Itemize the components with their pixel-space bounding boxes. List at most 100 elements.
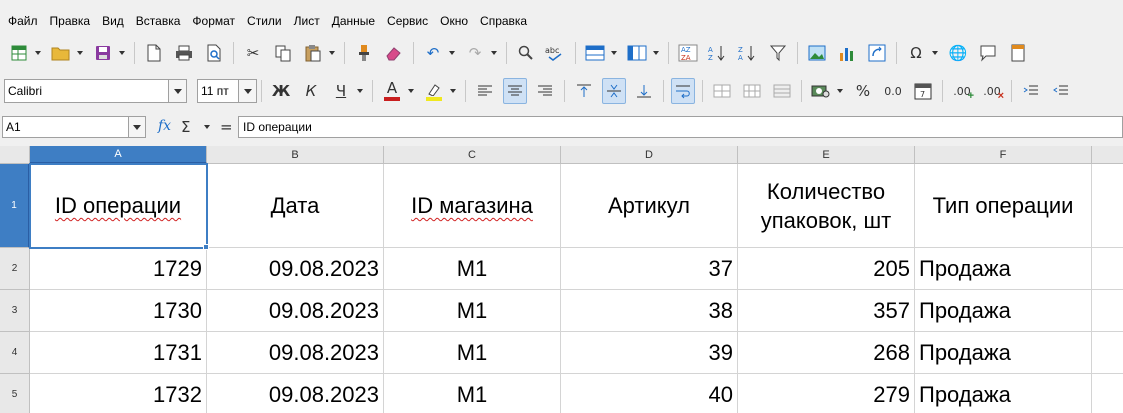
sort-descending-button[interactable]: ZA [736,40,760,66]
menu-view[interactable]: Вид [96,10,130,32]
align-middle-button[interactable] [602,78,626,104]
autofill-handle[interactable] [203,244,209,250]
cell-g5[interactable] [1092,374,1123,413]
find-replace-button[interactable] [514,40,538,66]
cell-e2[interactable]: 205 [738,248,915,290]
currency-format-button[interactable] [809,78,833,104]
row-header-3[interactable]: 3 [0,290,30,332]
add-decimal-button[interactable]: .00 + [950,78,974,104]
pivot-table-button[interactable] [865,40,889,66]
sum-icon[interactable]: Σ [181,118,190,136]
cell-e3[interactable]: 357 [738,290,915,332]
percent-format-button[interactable]: % [851,78,875,104]
column-header-c[interactable]: C [384,146,561,164]
sum-dropdown[interactable] [203,114,211,140]
cell-f4[interactable]: Продажа [915,332,1092,374]
merge-cells-button[interactable] [740,78,764,104]
cell-b5[interactable]: 09.08.2023 [207,374,384,413]
menu-help[interactable]: Справка [474,10,533,32]
cell-a3[interactable]: 1730 [30,290,207,332]
cell-g2[interactable] [1092,248,1123,290]
column-header-d[interactable]: D [561,146,738,164]
cell-d1[interactable]: Артикул [561,164,738,248]
sort-ascending-button[interactable]: AZ [706,40,730,66]
cell-a5[interactable]: 1732 [30,374,207,413]
cell-f2[interactable]: Продажа [915,248,1092,290]
clone-formatting-button[interactable] [352,40,376,66]
column-button[interactable] [625,40,649,66]
align-left-button[interactable] [473,78,497,104]
font-size-dropdown[interactable] [238,80,256,102]
print-button[interactable] [172,40,196,66]
underline-button[interactable]: Ч [329,78,353,104]
cell-a1[interactable]: ID операции [30,164,207,248]
cell-g1[interactable] [1092,164,1123,248]
cell-e1[interactable]: Количество упаковок, шт [738,164,915,248]
row-dropdown[interactable] [610,40,618,66]
currency-dropdown[interactable] [836,78,844,104]
cell-c1[interactable]: ID магазина [384,164,561,248]
align-center-button[interactable] [503,78,527,104]
column-header-a[interactable]: A [30,146,207,164]
column-header-g[interactable] [1092,146,1123,164]
cell-c5[interactable]: М1 [384,374,561,413]
cell-f5[interactable]: Продажа [915,374,1092,413]
cell-b4[interactable]: 09.08.2023 [207,332,384,374]
name-box-dropdown[interactable] [128,117,145,137]
insert-image-button[interactable] [805,40,829,66]
export-pdf-button[interactable] [142,40,166,66]
align-top-button[interactable] [572,78,596,104]
remove-decimal-button[interactable]: .00 × [980,78,1004,104]
hyperlink-button[interactable]: 🌐 [946,40,970,66]
copy-button[interactable] [271,40,295,66]
headers-footers-button[interactable] [1006,40,1030,66]
row-button[interactable] [583,40,607,66]
new-spreadsheet-button[interactable] [7,40,31,66]
align-bottom-button[interactable] [632,78,656,104]
row-header-1[interactable]: 1 [0,164,30,248]
font-size-combobox[interactable]: 11 пт [197,79,257,103]
paste-dropdown[interactable] [328,40,336,66]
select-all-corner[interactable] [0,146,30,164]
print-preview-button[interactable] [202,40,226,66]
column-header-b[interactable]: B [207,146,384,164]
open-button[interactable] [49,40,73,66]
row-header-4[interactable]: 4 [0,332,30,374]
special-character-button[interactable]: Ω [904,40,928,66]
menu-file[interactable]: Файл [2,10,44,32]
formula-equals-icon[interactable]: = [220,118,233,136]
increase-indent-button[interactable] [1019,78,1043,104]
autofilter-button[interactable] [766,40,790,66]
sort-button[interactable]: AZ ZA [676,40,700,66]
special-character-dropdown[interactable] [931,40,939,66]
wrap-text-button[interactable] [671,78,695,104]
undo-dropdown[interactable] [448,40,456,66]
menu-data[interactable]: Данные [326,10,381,32]
column-dropdown[interactable] [652,40,660,66]
column-header-e[interactable]: E [738,146,915,164]
cell-f3[interactable]: Продажа [915,290,1092,332]
menu-insert[interactable]: Вставка [130,10,187,32]
cell-c3[interactable]: М1 [384,290,561,332]
decrease-indent-button[interactable] [1049,78,1073,104]
menu-sheet[interactable]: Лист [288,10,326,32]
row-header-2[interactable]: 2 [0,248,30,290]
cell-d5[interactable]: 40 [561,374,738,413]
cell-f1[interactable]: Тип операции [915,164,1092,248]
cell-d4[interactable]: 39 [561,332,738,374]
merge-center-button[interactable] [710,78,734,104]
undo-button[interactable]: ↶ [421,40,445,66]
spelling-button[interactable]: abc [544,40,568,66]
cell-e4[interactable]: 268 [738,332,915,374]
row-header-5[interactable]: 5 [0,374,30,413]
redo-dropdown[interactable] [490,40,498,66]
menu-window[interactable]: Окно [434,10,474,32]
comment-button[interactable] [976,40,1000,66]
menu-edit[interactable]: Правка [44,10,97,32]
cell-c2[interactable]: М1 [384,248,561,290]
cell-a4[interactable]: 1731 [30,332,207,374]
unmerge-cells-button[interactable] [770,78,794,104]
cell-b2[interactable]: 09.08.2023 [207,248,384,290]
name-box[interactable]: A1 [2,116,146,138]
cell-e5[interactable]: 279 [738,374,915,413]
